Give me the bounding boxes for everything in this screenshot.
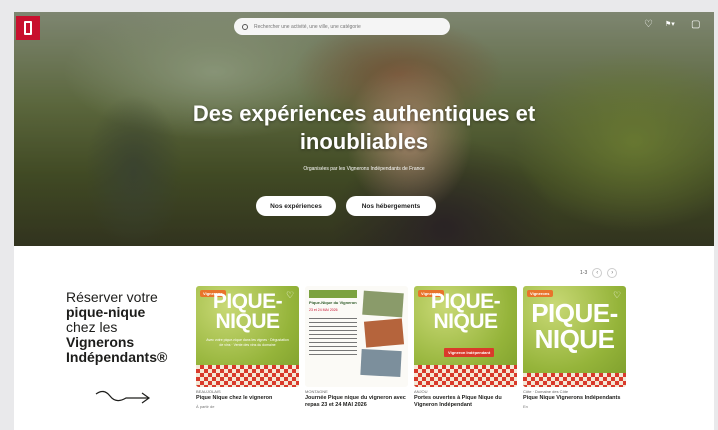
card-2[interactable]: Pique-Nique du Vigneron 23 et 24 MAI 202… bbox=[305, 286, 408, 408]
card-1-poster-title: PIQUE-NIQUE bbox=[212, 290, 283, 333]
card-2-poster-header bbox=[309, 290, 357, 298]
promo-line-2: pique-nique bbox=[66, 304, 146, 320]
search-bar[interactable] bbox=[234, 18, 450, 35]
hero-title-text: Des expériences authentiques et inoublia… bbox=[192, 101, 536, 154]
card-4-title[interactable]: Pique Nique Vignerons Indépendants bbox=[523, 395, 626, 402]
tablecloth-image bbox=[196, 365, 299, 387]
card-2-image[interactable]: Pique-Nique du Vigneron 23 et 24 MAI 202… bbox=[305, 286, 408, 387]
picnic-section: Réserver votre pique-nique chez les Vign… bbox=[14, 246, 714, 430]
card-4[interactable]: Vignerons ♡ PIQUE-NIQUE Côte · Domaine d… bbox=[523, 286, 626, 409]
promo-heading: Réserver votre pique-nique chez les Vign… bbox=[66, 290, 206, 365]
hero-banner: ♡ ⚑▾ ▢ Des expériences authentiques et i… bbox=[14, 12, 714, 246]
search-input[interactable] bbox=[254, 23, 444, 30]
language-flag-icon[interactable]: ⚑▾ bbox=[665, 20, 675, 30]
card-1-category: BEAUJOLAIS bbox=[196, 389, 221, 394]
card-2-title[interactable]: Journée Pique nique du vigneron avec rep… bbox=[305, 395, 408, 408]
card-3-title[interactable]: Portes ouvertes à Pique Nique du Vignero… bbox=[414, 395, 517, 408]
promo-line-5: Indépendants® bbox=[66, 349, 168, 365]
pager-label: 1-3 bbox=[580, 270, 588, 276]
card-2-poster-text: 23 et 24 MAI 2026 bbox=[309, 308, 338, 312]
card-4-poster-title: PIQUE-NIQUE bbox=[531, 298, 618, 354]
cart-icon[interactable]: ▢ bbox=[691, 20, 700, 30]
card-4-image[interactable]: Vignerons ♡ PIQUE-NIQUE bbox=[523, 286, 626, 387]
card-3[interactable]: Vignerons PIQUE-NIQUE Vigneron Indépenda… bbox=[414, 286, 517, 408]
card-2-photo-1 bbox=[362, 290, 404, 318]
card-2-poster-lines bbox=[309, 318, 357, 358]
tablecloth-image bbox=[414, 365, 517, 387]
top-strip bbox=[120, 0, 718, 12]
heart-icon[interactable]: ♡ bbox=[644, 20, 653, 30]
prev-button[interactable]: ‹ bbox=[592, 268, 603, 278]
experiences-button[interactable]: Nos expériences bbox=[256, 196, 336, 216]
card-3-category: ANJOU bbox=[414, 389, 428, 394]
card-2-photo-2 bbox=[363, 318, 405, 348]
hebergements-button[interactable]: Nos hébergements bbox=[346, 196, 436, 216]
tablecloth-image bbox=[523, 373, 626, 387]
hero-subtitle: Organisées par les Vignerons Indépendant… bbox=[303, 166, 425, 172]
promo-line-3: chez les bbox=[66, 319, 118, 335]
card-3-image[interactable]: Vignerons PIQUE-NIQUE Vigneron Indépenda… bbox=[414, 286, 517, 387]
card-2-category: MONTAGNE bbox=[305, 389, 328, 394]
card-1-poster-text: Avec votre pique-nique dans les vignes ·… bbox=[206, 338, 289, 347]
card-1-title[interactable]: Pique Nique chez le vigneron bbox=[196, 395, 299, 402]
hero-title: Des expériences authentiques et inoublia… bbox=[14, 100, 714, 156]
carousel-pager: 1-3 ‹ › bbox=[580, 268, 618, 278]
card-4-badge: Vignerons bbox=[527, 290, 553, 297]
card-2-photo-3 bbox=[360, 348, 402, 378]
search-icon bbox=[242, 23, 248, 30]
card-2-poster-title: Pique-Nique du Vigneron bbox=[309, 300, 357, 305]
promo-line-1: Réserver votre bbox=[66, 289, 158, 305]
card-4-meta: En bbox=[523, 403, 528, 409]
card-1-meta: À partir de bbox=[196, 403, 215, 409]
next-button[interactable]: › bbox=[607, 268, 618, 278]
vigneron-logo-icon[interactable] bbox=[16, 16, 40, 40]
card-3-poster-title: PIQUE-NIQUE bbox=[430, 290, 501, 333]
promo-line-4: Vignerons bbox=[66, 334, 135, 350]
card-1[interactable]: Vignerons ♡ PIQUE-NIQUE Avec votre pique… bbox=[196, 286, 299, 409]
arrow-icon bbox=[95, 390, 151, 404]
card-4-category: Côte · Domaine des Côte bbox=[523, 389, 569, 394]
page: ♡ ⚑▾ ▢ Des expériences authentiques et i… bbox=[0, 0, 718, 430]
card-1-image[interactable]: Vignerons ♡ PIQUE-NIQUE Avec votre pique… bbox=[196, 286, 299, 387]
card-3-poster-text: Vigneron Indépendant bbox=[444, 348, 495, 357]
